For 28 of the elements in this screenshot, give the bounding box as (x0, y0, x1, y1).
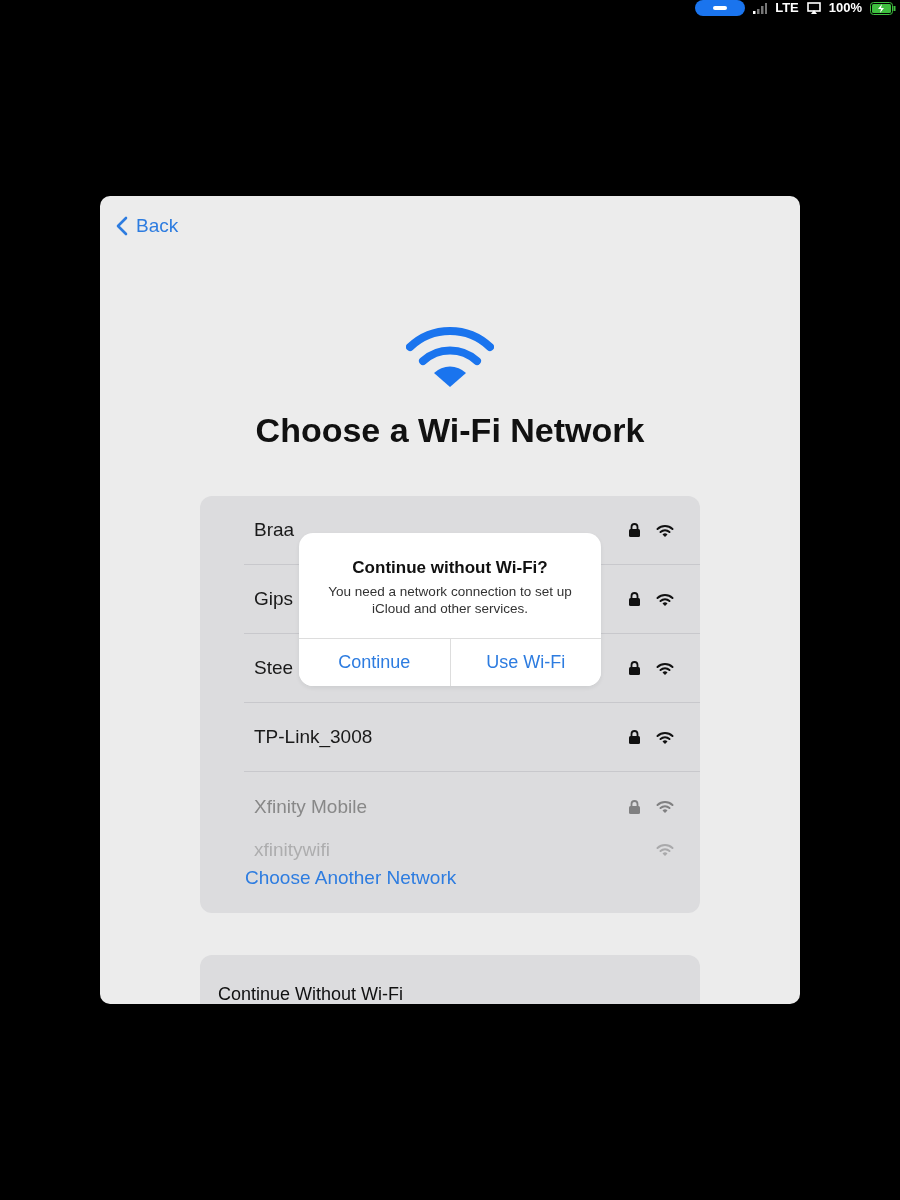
network-label: LTE (775, 0, 799, 18)
network-name: Stee (254, 656, 294, 680)
battery-percentage: 100% (828, 0, 862, 18)
signal-icon (753, 2, 768, 14)
wifi-icon (656, 800, 674, 814)
network-row[interactable]: TP-Link_3008 (244, 703, 700, 773)
wifi-icon (656, 661, 674, 675)
network-row[interactable]: Xfinity Mobile (244, 772, 700, 842)
back-chevron-icon (116, 216, 128, 237)
choose-network-link[interactable]: Choose Another Network (200, 862, 457, 913)
alert-button[interactable]: Continue (299, 637, 450, 686)
wifi-icon (656, 730, 674, 744)
network-name: Braa (254, 518, 295, 542)
minus-icon (713, 6, 728, 10)
wifi-icon (406, 325, 494, 388)
network-name: Gips (254, 587, 294, 611)
network-name: Xfinity Mobile (254, 794, 367, 819)
alert-button[interactable]: Use Wi-Fi (449, 637, 601, 686)
back-button[interactable]: Back (116, 212, 179, 241)
wifi-icon (656, 592, 674, 606)
screen-mirroring-icon (806, 2, 821, 14)
alert-message: You need a network connection to set up iCloud and other services. (327, 582, 573, 618)
page-title: Choose a Wi-Fi Network (254, 410, 646, 452)
wifi-icon (656, 843, 674, 857)
screen-recording-button[interactable] (695, 0, 746, 16)
wifi-icon (656, 523, 674, 537)
continue-without-wifi-button[interactable]: Continue Without Wi-Fi (200, 954, 700, 1004)
network-name: TP-Link_3008 (254, 725, 373, 750)
